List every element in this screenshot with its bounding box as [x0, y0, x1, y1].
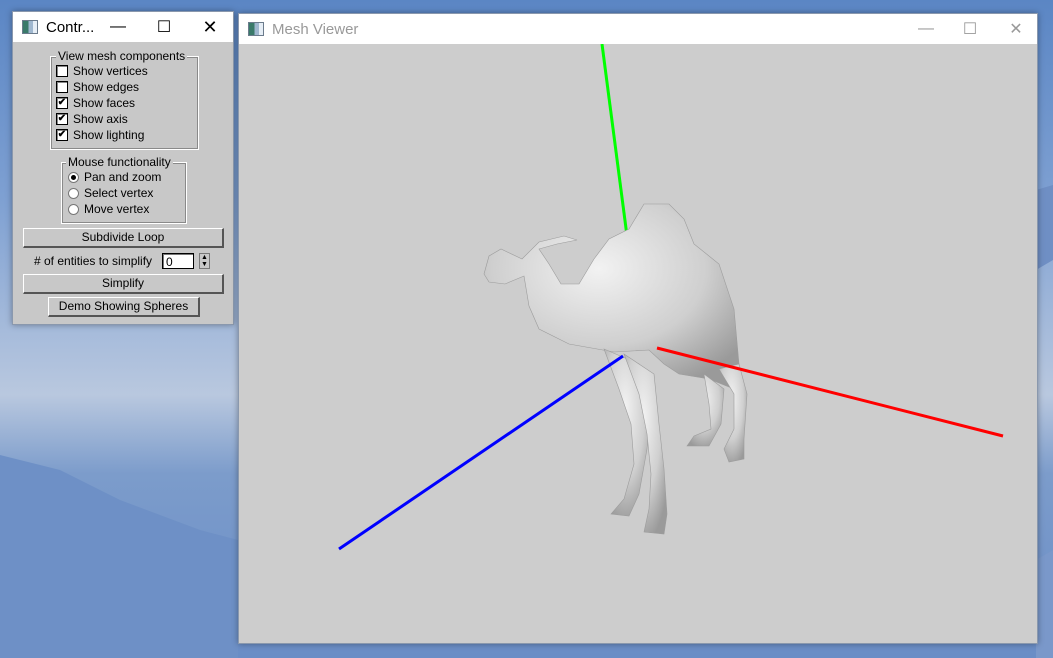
checkbox[interactable]: ✔: [56, 113, 68, 125]
entities-spinner[interactable]: ▲ ▼: [199, 253, 210, 269]
close-button[interactable]: ✕: [187, 12, 233, 42]
option-label: Show edges: [73, 80, 140, 94]
minimize-button[interactable]: —: [903, 14, 949, 44]
scene: [338, 43, 1004, 551]
entities-label: # of entities to simplify: [34, 254, 153, 268]
app-icon: [22, 20, 38, 34]
minimize-button[interactable]: —: [95, 12, 141, 42]
option-label: Show axis: [73, 112, 128, 126]
checkbox[interactable]: ✔: [56, 97, 68, 109]
option-label: Show lighting: [73, 128, 145, 142]
group-label: View mesh components: [56, 49, 188, 63]
app-icon: [248, 22, 264, 36]
viewer-titlebar[interactable]: Mesh Viewer — ☐ ✕: [239, 14, 1037, 44]
z-axis-line: [338, 354, 624, 551]
y-axis-line: [600, 43, 629, 237]
view-option-show-edges[interactable]: Show edges: [56, 80, 139, 94]
mouse-option-pan-and-zoom[interactable]: Pan and zoom: [68, 170, 161, 184]
subdivide-loop-button[interactable]: Subdivide Loop: [23, 228, 224, 248]
option-label: Move vertex: [84, 202, 150, 216]
checkbox[interactable]: [56, 65, 68, 77]
maximize-button[interactable]: ☐: [141, 12, 187, 42]
close-button[interactable]: ✕: [993, 14, 1039, 44]
view-option-show-axis[interactable]: ✔ Show axis: [56, 112, 128, 126]
control-panel: View mesh components Mouse functionality…: [13, 42, 233, 324]
option-label: Select vertex: [84, 186, 154, 200]
checkbox[interactable]: [56, 81, 68, 93]
camel-mesh: [483, 203, 748, 535]
mouse-option-select-vertex[interactable]: Select vertex: [68, 186, 153, 200]
window-title: Contr...: [46, 18, 95, 36]
gl-canvas[interactable]: [239, 43, 1037, 643]
control-window: Contr... — ☐ ✕ View mesh components Mous…: [12, 11, 234, 325]
view-option-show-lighting[interactable]: ✔ Show lighting: [56, 128, 144, 142]
group-label: Mouse functionality: [66, 155, 173, 169]
control-titlebar[interactable]: Contr... — ☐ ✕: [13, 12, 233, 42]
mouse-option-move-vertex[interactable]: Move vertex: [68, 202, 149, 216]
option-label: Pan and zoom: [84, 170, 162, 184]
mesh-viewer-window: Mesh Viewer — ☐ ✕: [238, 13, 1038, 644]
checkbox[interactable]: ✔: [56, 129, 68, 141]
radio-button[interactable]: [68, 203, 79, 215]
demo-spheres-button[interactable]: Demo Showing Spheres: [48, 297, 200, 317]
simplify-button[interactable]: Simplify: [23, 274, 224, 294]
view-option-show-faces[interactable]: ✔ Show faces: [56, 96, 135, 110]
view-option-show-vertices[interactable]: Show vertices: [56, 64, 148, 78]
radio-button[interactable]: [68, 171, 79, 183]
option-label: Show faces: [73, 96, 136, 110]
radio-button[interactable]: [68, 187, 79, 199]
entities-input[interactable]: 0: [162, 253, 194, 269]
option-label: Show vertices: [73, 64, 148, 78]
maximize-button[interactable]: ☐: [947, 14, 993, 44]
window-title: Mesh Viewer: [272, 20, 359, 38]
